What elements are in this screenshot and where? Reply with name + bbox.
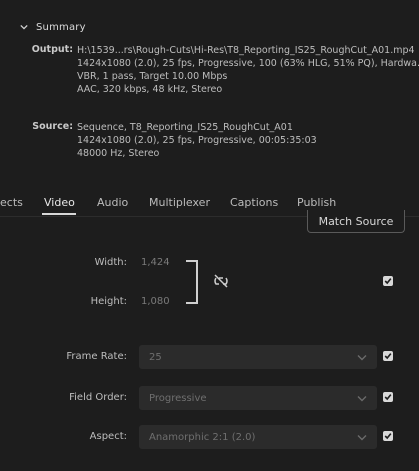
source-audio-info: 48000 Hz, Stereo	[77, 148, 160, 159]
output-label: Output:	[31, 44, 73, 55]
output-video-info: 1424x1080 (2.0), 25 fps, Progressive, 10…	[77, 58, 419, 69]
summary-header[interactable]: Summary	[20, 18, 86, 36]
checkmark-icon	[384, 433, 392, 440]
tab-video[interactable]: Video	[44, 196, 75, 209]
field-order-value: Progressive	[149, 392, 207, 404]
output-audio-info: AAC, 320 kbps, 48 kHz, Stereo	[77, 84, 223, 95]
height-label: Height:	[90, 296, 127, 307]
output-path: H:\1539...rs\Rough-Cuts\Hi-Res\T8_Report…	[77, 45, 415, 56]
tab-captions[interactable]: Captions	[230, 196, 278, 209]
height-field[interactable]: 1,080	[141, 296, 170, 307]
resize-checkbox[interactable]	[383, 276, 393, 286]
aspect-value: Anamorphic 2:1 (2.0)	[149, 431, 256, 443]
checkmark-icon	[384, 278, 392, 285]
active-tab-indicator	[42, 213, 76, 215]
unlink-icon[interactable]	[213, 274, 229, 288]
aspect-label: Aspect:	[89, 431, 127, 442]
aspect-checkbox[interactable]	[383, 431, 393, 441]
source-details: Sequence, T8_Reporting_IS25_RoughCut_A01…	[77, 121, 317, 160]
aspect-link-bracket	[186, 260, 198, 304]
match-source-button[interactable]: Match Source	[307, 210, 405, 233]
checkmark-icon	[384, 394, 392, 401]
output-details: H:\1539...rs\Rough-Cuts\Hi-Res\T8_Report…	[77, 44, 419, 96]
source-sequence: Sequence, T8_Reporting_IS25_RoughCut_A01	[77, 122, 293, 133]
field-order-dropdown[interactable]: Progressive	[139, 386, 377, 410]
frame-rate-label: Frame Rate:	[66, 351, 127, 362]
tab-effects[interactable]: ects	[0, 196, 23, 209]
frame-rate-value: 25	[149, 351, 162, 363]
frame-rate-checkbox[interactable]	[383, 351, 393, 361]
output-bitrate-info: VBR, 1 pass, Target 10.00 Mbps	[77, 71, 228, 82]
source-label: Source:	[32, 121, 73, 132]
field-order-checkbox[interactable]	[383, 392, 393, 402]
field-order-label: Field Order:	[69, 392, 127, 403]
width-label: Width:	[94, 257, 127, 268]
chevron-down-icon	[357, 354, 367, 360]
frame-rate-dropdown[interactable]: 25	[139, 345, 377, 369]
width-field[interactable]: 1,424	[141, 257, 170, 268]
summary-title: Summary	[36, 21, 86, 33]
chevron-down-icon[interactable]	[20, 23, 28, 31]
tab-publish[interactable]: Publish	[297, 196, 336, 209]
checkmark-icon	[384, 353, 392, 360]
chevron-down-icon	[357, 434, 367, 440]
tab-multiplexer[interactable]: Multiplexer	[149, 196, 210, 209]
chevron-down-icon	[357, 395, 367, 401]
tab-audio[interactable]: Audio	[97, 196, 128, 209]
source-video-info: 1424x1080 (2.0), 25 fps, Progressive, 00…	[77, 135, 317, 146]
aspect-dropdown[interactable]: Anamorphic 2:1 (2.0)	[139, 425, 377, 449]
